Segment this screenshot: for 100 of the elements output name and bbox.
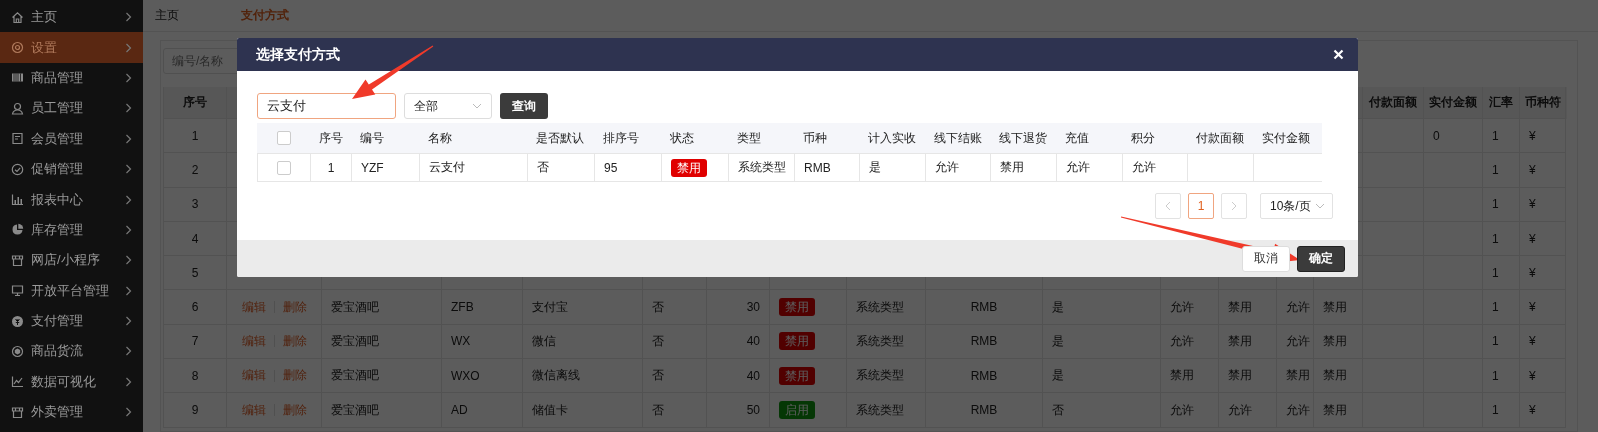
table-cell: 3 [164,187,227,222]
table-cell: 微信离线 [523,359,643,394]
status-badge: 禁用 [779,298,815,317]
table-cell: 禁用 [1219,324,1277,360]
column-header: 类型 [737,129,761,147]
table-cell: 允许 [1277,393,1314,428]
table-cell: ¥ [1520,393,1566,428]
column-header: 序号 [319,129,343,147]
table-cell: 是 [1043,324,1161,360]
table-cell: 允许 [1122,153,1187,181]
status-badge: 禁用 [779,332,815,351]
table-cell: 1 [1483,324,1520,360]
table-cell: 95 [594,153,661,181]
table-cell: 40 [707,324,770,360]
status-badge: 禁用 [671,158,707,177]
table-cell: 允许 [1277,324,1314,360]
column-header: 汇率 [1483,87,1520,119]
table-cell: 1 [1483,221,1520,257]
table-cell: 禁用 [1219,290,1277,325]
table-cell: 5 [164,256,227,291]
table-cell: 禁用 [1314,290,1363,325]
column-header: 付款面额 [1196,129,1244,147]
table-cell: 1 [310,153,351,181]
column-header: 实付金额 [1424,87,1483,119]
table-cell: ¥ [1520,290,1566,325]
table-cell: 系统类型 [847,393,926,428]
table-cell: 1 [1483,119,1520,154]
table-cell: ¥ [1520,256,1566,291]
table-cell: ¥ [1520,187,1566,222]
table-cell: 禁用 [1314,324,1363,360]
column-header: 计入实收 [868,129,916,147]
column-header: 状态 [670,129,694,147]
table-cell: RMB [926,359,1043,394]
table-cell: 允许 [1161,324,1219,360]
table-cell: 否 [1043,393,1161,428]
table-cell: 1 [1483,359,1520,394]
table-cell: 1 [1483,153,1520,188]
table-cell: 否 [643,324,707,360]
column-header: 编号 [360,129,384,147]
table-cell: 0 [1424,119,1483,154]
column-header: 币种符 [1520,87,1566,119]
table-cell: 允许 [1056,153,1122,181]
table-cell: 系统类型 [847,290,926,325]
table-cell: 禁用 [1277,359,1314,394]
table-cell: 是 [1043,359,1161,394]
table-cell: RMB [926,393,1043,428]
column-header: 是否默认 [536,129,584,147]
table-cell: 爱宝酒吧 [322,359,442,394]
table-cell: 禁用 [1314,393,1363,428]
table-cell: 允许 [1277,290,1314,325]
column-header: 付款面额 [1363,87,1424,119]
column-header: 名称 [428,129,452,147]
table-cell: 云支付 [419,153,527,181]
table-cell: RMB [794,153,859,181]
table-cell: 微信 [523,324,643,360]
table-cell: 禁用 [990,153,1056,181]
column-header: 线下结账 [934,129,982,147]
table-cell: 允许 [1219,393,1277,428]
table-cell: 系统类型 [728,153,794,181]
table-cell: 1 [1483,290,1520,325]
table-cell: 40 [707,359,770,394]
table-cell: 1 [1483,393,1520,428]
table-cell: WXO [442,359,523,394]
table-cell: 1 [164,119,227,154]
table-cell: 8 [164,359,227,394]
table-cell: 30 [707,290,770,325]
column-header: 积分 [1131,129,1155,147]
table-cell: 支付宝 [523,290,643,325]
table-cell: 储值卡 [523,393,643,428]
table-cell: 系统类型 [847,324,926,360]
table-cell: 爱宝酒吧 [322,393,442,428]
table-cell: 7 [164,324,227,360]
table-cell: 9 [164,393,227,428]
table-cell: 是 [1043,290,1161,325]
table-cell: ¥ [1520,324,1566,360]
table-cell: 允许 [1161,290,1219,325]
column-header: 线下退货 [999,129,1047,147]
table-cell: 否 [643,359,707,394]
dialog-title: 选择支付方式 [256,45,340,64]
table-cell: 6 [164,290,227,325]
table-cell: RMB [926,324,1043,360]
table-cell: 否 [643,393,707,428]
table-cell: 允许 [925,153,990,181]
table-cell: ¥ [1520,153,1566,188]
table-cell: 禁用 [1219,359,1277,394]
table-cell: 1 [1483,187,1520,222]
table-cell: 禁用 [1314,359,1363,394]
column-header: 实付金额 [1262,129,1310,147]
table-cell: AD [442,393,523,428]
table-cell: 否 [527,153,594,181]
table-cell: 1 [1483,256,1520,291]
status-badge: 启用 [779,401,815,419]
table-cell: 否 [643,290,707,325]
table-cell: YZF [351,153,419,181]
table-cell: ¥ [1520,359,1566,394]
table-cell: ¥ [1520,119,1566,154]
table-cell: 系统类型 [847,359,926,394]
table-cell: 爱宝酒吧 [322,290,442,325]
table-cell: 50 [707,393,770,428]
table-cell: 2 [164,153,227,188]
